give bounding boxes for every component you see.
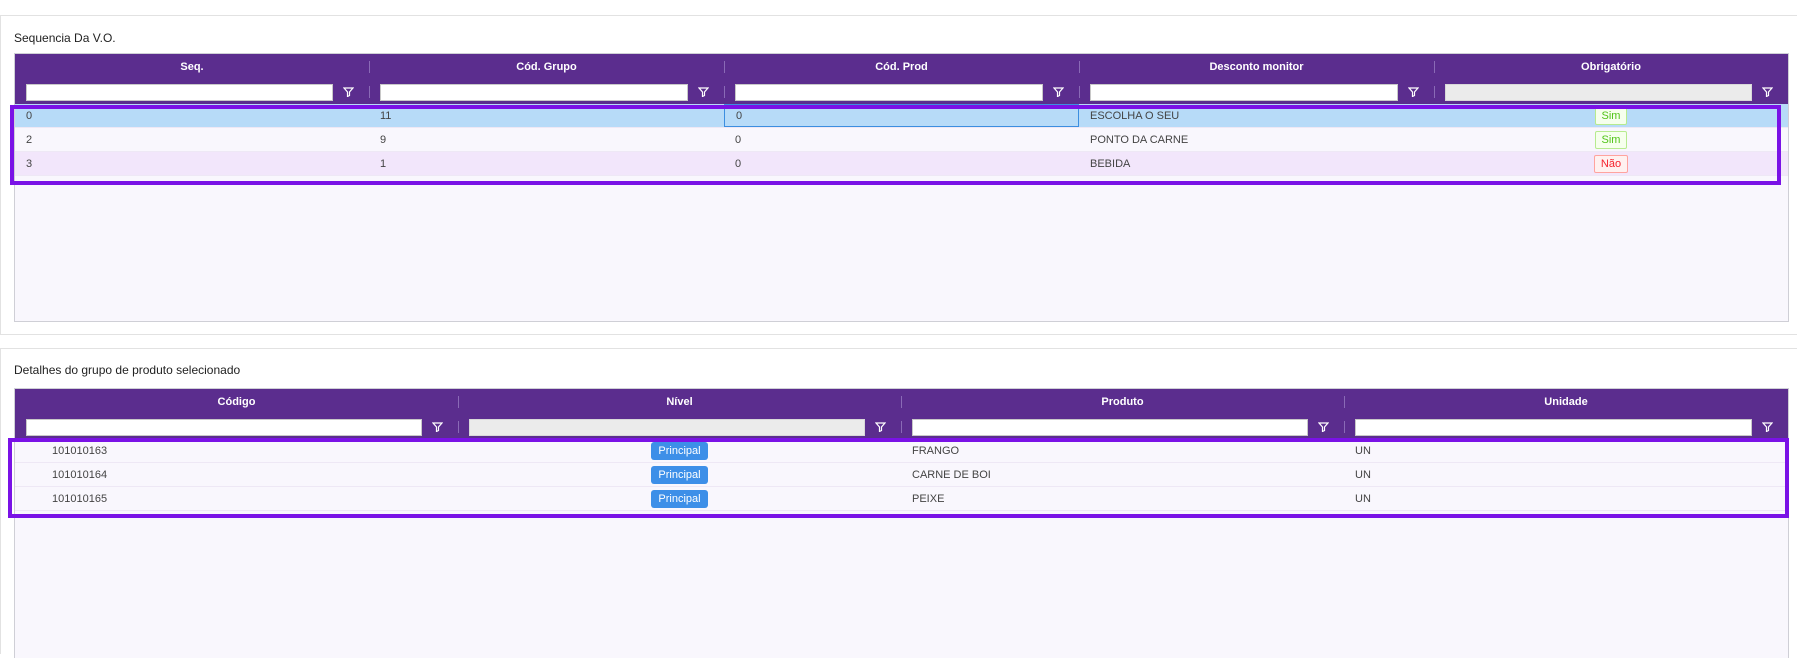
cell-codigo[interactable]: 101010163	[15, 439, 458, 462]
cell-desconto-monitor[interactable]: ESCOLHA O SEU	[1079, 104, 1434, 127]
table-row[interactable]: 3 1 0 BEBIDA Não	[15, 152, 1788, 176]
cell-nivel[interactable]: Principal	[458, 463, 901, 486]
filter-input-nivel	[469, 418, 865, 436]
filter-cell-obrigatorio	[1434, 80, 1788, 104]
product-details-grid: Código Nível Produto Unidade 101010163 P…	[14, 388, 1789, 658]
table-row[interactable]: 0 11 0 ESCOLHA O SEU Sim	[15, 104, 1788, 128]
cell-obrigatorio[interactable]: Sim	[1434, 128, 1788, 151]
cell-produto[interactable]: FRANGO	[901, 439, 1344, 462]
cell-cod-grupo[interactable]: 9	[369, 128, 724, 151]
cell-unidade[interactable]: UN	[1344, 439, 1788, 462]
column-header-produto[interactable]: Produto	[901, 389, 1344, 415]
cell-cod-grupo[interactable]: 11	[369, 104, 724, 127]
level-badge: Principal	[651, 489, 708, 508]
sequence-panel: Sequencia Da V.O. Seq. Cód. Grupo Cód. P…	[0, 15, 1797, 335]
cell-seq[interactable]: 0	[15, 104, 369, 127]
filter-icon[interactable]	[1756, 84, 1778, 101]
cell-desconto-monitor[interactable]: BEBIDA	[1079, 152, 1434, 175]
filter-cell-codigo	[15, 415, 458, 439]
cell-cod-prod[interactable]: 0	[724, 104, 1079, 127]
filter-cell-produto	[901, 415, 1344, 439]
filter-cell-seq	[15, 80, 369, 104]
filter-input-unidade[interactable]	[1355, 418, 1752, 436]
cell-cod-prod[interactable]: 0	[724, 128, 1079, 151]
column-header-desconto-monitor[interactable]: Desconto monitor	[1079, 54, 1434, 80]
level-badge: Principal	[651, 465, 708, 484]
column-header-obrigatorio[interactable]: Obrigatório	[1434, 54, 1788, 80]
filter-icon[interactable]	[692, 84, 714, 101]
column-header-nivel[interactable]: Nível	[458, 389, 901, 415]
cell-seq[interactable]: 2	[15, 128, 369, 151]
filter-icon[interactable]	[1312, 419, 1334, 436]
cell-cod-prod[interactable]: 0	[724, 152, 1079, 175]
filter-icon[interactable]	[337, 84, 359, 101]
grid-header: Código Nível Produto Unidade	[15, 389, 1788, 415]
filter-input-seq[interactable]	[26, 83, 333, 101]
level-badge: Principal	[651, 441, 708, 460]
filter-icon[interactable]	[1756, 419, 1778, 436]
cell-obrigatorio[interactable]: Não	[1434, 152, 1788, 175]
sequence-grid: Seq. Cód. Grupo Cód. Prod Desconto monit…	[14, 53, 1789, 322]
filter-icon[interactable]	[1402, 84, 1424, 101]
cell-nivel[interactable]: Principal	[458, 439, 901, 462]
filter-cell-cod-prod	[724, 80, 1079, 104]
filter-cell-nivel	[458, 415, 901, 439]
filter-cell-desconto-monitor	[1079, 80, 1434, 104]
column-header-seq[interactable]: Seq.	[15, 54, 369, 80]
filter-input-desconto-monitor[interactable]	[1090, 83, 1398, 101]
cell-produto[interactable]: CARNE DE BOI	[901, 463, 1344, 486]
panel-title: Detalhes do grupo de produto selecionado	[14, 363, 241, 377]
filter-input-obrigatorio	[1445, 83, 1752, 101]
cell-seq[interactable]: 3	[15, 152, 369, 175]
column-header-cod-prod[interactable]: Cód. Prod	[724, 54, 1079, 80]
filter-input-produto[interactable]	[912, 418, 1308, 436]
column-header-unidade[interactable]: Unidade	[1344, 389, 1788, 415]
cell-cod-grupo[interactable]: 1	[369, 152, 724, 175]
cell-unidade[interactable]: UN	[1344, 487, 1788, 510]
product-group-details-panel: Detalhes do grupo de produto selecionado…	[0, 348, 1797, 658]
filter-cell-unidade	[1344, 415, 1788, 439]
table-row[interactable]: 2 9 0 PONTO DA CARNE Sim	[15, 128, 1788, 152]
grid-header: Seq. Cód. Grupo Cód. Prod Desconto monit…	[15, 54, 1788, 80]
filter-row	[15, 80, 1788, 104]
cell-codigo[interactable]: 101010164	[15, 463, 458, 486]
cell-produto[interactable]: PEIXE	[901, 487, 1344, 510]
filter-row	[15, 415, 1788, 439]
table-row[interactable]: 101010163 Principal FRANGO UN	[15, 439, 1788, 463]
status-badge: Não	[1593, 154, 1629, 173]
cell-desconto-monitor[interactable]: PONTO DA CARNE	[1079, 128, 1434, 151]
status-badge: Sim	[1594, 130, 1628, 149]
cell-unidade[interactable]: UN	[1344, 463, 1788, 486]
table-row[interactable]: 101010165 Principal PEIXE UN	[15, 487, 1788, 511]
filter-input-cod-prod[interactable]	[735, 83, 1043, 101]
cell-obrigatorio[interactable]: Sim	[1434, 104, 1788, 127]
panel-title: Sequencia Da V.O.	[14, 31, 116, 45]
filter-icon[interactable]	[426, 419, 448, 436]
column-header-codigo[interactable]: Código	[15, 389, 458, 415]
filter-input-codigo[interactable]	[26, 418, 422, 436]
table-row[interactable]: 101010164 Principal CARNE DE BOI UN	[15, 463, 1788, 487]
status-badge: Sim	[1594, 106, 1628, 125]
column-header-cod-grupo[interactable]: Cód. Grupo	[369, 54, 724, 80]
filter-cell-cod-grupo	[369, 80, 724, 104]
filter-icon[interactable]	[1047, 84, 1069, 101]
filter-icon[interactable]	[869, 419, 891, 436]
filter-input-cod-grupo[interactable]	[380, 83, 688, 101]
cell-codigo[interactable]: 101010165	[15, 487, 458, 510]
cell-nivel[interactable]: Principal	[458, 487, 901, 510]
